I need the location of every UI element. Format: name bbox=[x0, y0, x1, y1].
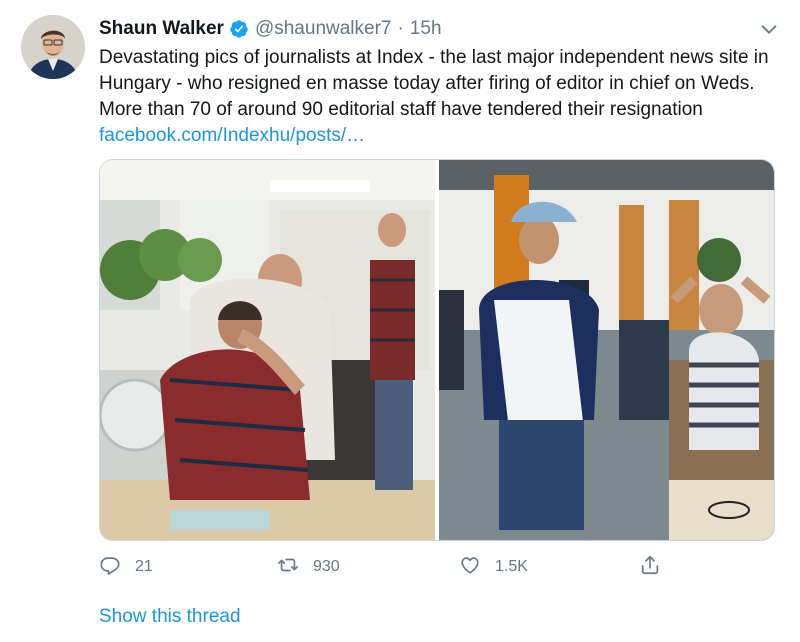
tweet-header: Shaun Walker @shaunwalker7 · 15h bbox=[99, 16, 780, 42]
like-count: 1.5K bbox=[495, 558, 528, 575]
author-handle[interactable]: @shaunwalker7 bbox=[255, 18, 392, 40]
like-icon bbox=[459, 554, 481, 581]
reply-button[interactable]: 21 bbox=[99, 552, 153, 582]
tweet-text: Devastating pics of journalists at Index… bbox=[99, 45, 789, 149]
reply-icon bbox=[99, 554, 121, 581]
tweet[interactable]: Shaun Walker @shaunwalker7 · 15h Devasta… bbox=[0, 0, 800, 642]
reply-count: 21 bbox=[135, 558, 153, 575]
avatar[interactable] bbox=[21, 15, 85, 79]
timestamp[interactable]: 15h bbox=[410, 18, 442, 40]
separator-dot: · bbox=[397, 18, 404, 39]
chevron-down-icon[interactable] bbox=[758, 18, 780, 40]
show-thread-link[interactable]: Show this thread bbox=[99, 606, 241, 628]
author-name[interactable]: Shaun Walker bbox=[99, 18, 224, 40]
verified-badge-icon bbox=[229, 19, 249, 39]
retweet-count: 930 bbox=[313, 558, 340, 575]
tweet-body: Devastating pics of journalists at Index… bbox=[99, 47, 769, 120]
tweet-link[interactable]: facebook.com/Indexhu/posts/… bbox=[99, 125, 365, 146]
photo-1[interactable] bbox=[100, 160, 435, 540]
retweet-button[interactable]: 930 bbox=[277, 552, 340, 582]
media-grid bbox=[99, 159, 775, 541]
action-bar: 21 930 1.5K bbox=[99, 552, 679, 582]
like-button[interactable]: 1.5K bbox=[459, 552, 528, 582]
retweet-icon bbox=[277, 554, 299, 581]
photo-2[interactable] bbox=[439, 160, 774, 540]
share-icon bbox=[639, 554, 661, 581]
share-button[interactable] bbox=[639, 552, 661, 582]
